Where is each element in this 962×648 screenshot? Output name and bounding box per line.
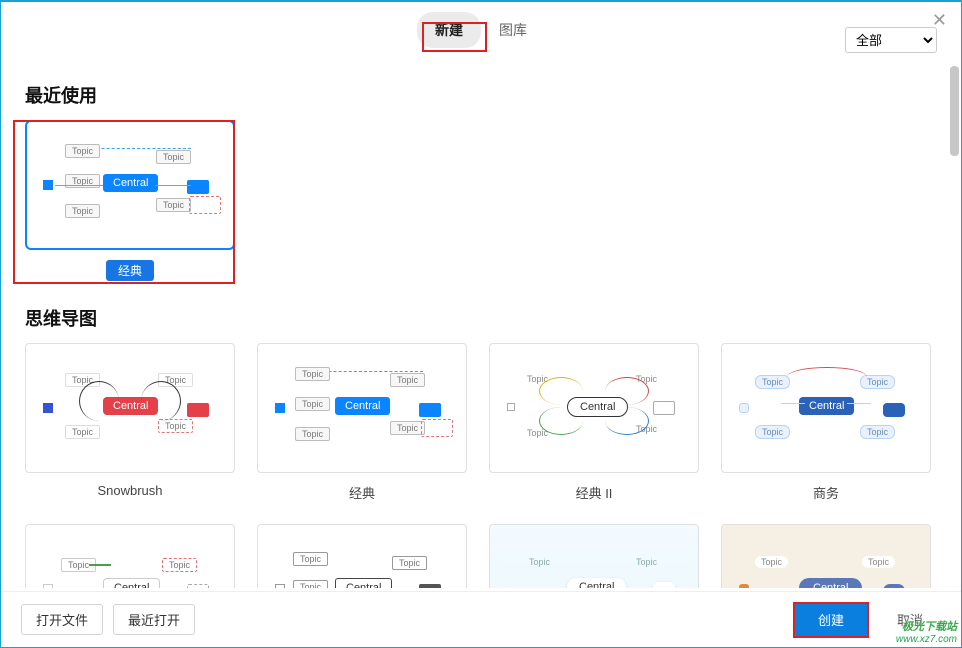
thumb-topic: Topic	[392, 556, 427, 570]
thumb-topic: Topic	[295, 427, 330, 441]
tabs: 新建 图库	[417, 12, 545, 48]
thumb-central: Central	[335, 578, 392, 588]
thumb-topic: Topic	[755, 375, 790, 389]
template-label: 商务	[721, 483, 931, 502]
thumb-topic: Topic	[860, 425, 895, 439]
thumb-topic: Topic	[162, 558, 197, 572]
thumb-topic: Topic	[755, 556, 788, 568]
thumb-topic: Topic	[65, 204, 100, 218]
thumb-topic: Topic	[156, 198, 191, 212]
thumb-topic: Topic	[293, 580, 328, 588]
thumb-central: Central	[799, 578, 862, 588]
tab-new[interactable]: 新建	[417, 12, 481, 48]
thumb-topic: Topic	[755, 425, 790, 439]
thumb-topic: Topic	[156, 150, 191, 164]
thumb-topic: Topic	[295, 397, 330, 411]
template-card-7[interactable]: Topic Topic Topic Topic Central	[489, 524, 699, 588]
thumb-topic: Topic	[158, 419, 193, 433]
footer: 打开文件 最近打开 创建 取消	[1, 591, 961, 647]
thumb-topic: Topic	[390, 421, 425, 435]
section-title-mindmap: 思维导图	[25, 305, 937, 331]
template-card-6[interactable]: Topic Topic Topic Topic Topic Central	[257, 524, 467, 588]
recent-card-wrap: Topic Topic Topic Topic Topic Central 经典	[25, 120, 235, 281]
thumb-topic: Topic	[65, 144, 100, 158]
recent-open-button[interactable]: 最近打开	[113, 604, 195, 635]
template-card-5[interactable]: Topic Topic Topic Topic Central	[25, 524, 235, 588]
template-label: 经典	[257, 483, 467, 502]
mindmap-grid: Topic Topic Topic Topic Central Snowbrus…	[25, 343, 937, 588]
thumb-central: Central	[567, 578, 626, 588]
thumb-central: Central	[335, 397, 390, 415]
template-card-8[interactable]: Topic Topic Topic Topic Central	[721, 524, 931, 588]
recent-card-classic[interactable]: Topic Topic Topic Topic Topic Central	[25, 120, 235, 250]
thumb-central: Central	[103, 578, 160, 588]
template-card-business[interactable]: Topic Topic Topic Topic Central	[721, 343, 931, 473]
thumb-topic: Topic	[293, 552, 328, 566]
thumb-topic: Topic	[65, 425, 100, 439]
thumb-topic: Topic	[630, 556, 663, 568]
thumb-topic: Topic	[862, 556, 895, 568]
section-title-recent: 最近使用	[25, 82, 937, 108]
scrollbar-thumb[interactable]	[950, 66, 959, 156]
thumb-classic: Topic Topic Topic Topic Topic Central	[35, 130, 225, 240]
thumb-topic: Topic	[523, 556, 556, 568]
template-card-classic2[interactable]: Topic Topic Topic Topic Central	[489, 343, 699, 473]
template-card-snowbrush[interactable]: Topic Topic Topic Topic Central	[25, 343, 235, 473]
template-label: Snowbrush	[25, 483, 235, 498]
open-file-button[interactable]: 打开文件	[21, 604, 103, 635]
create-button[interactable]: 创建	[793, 603, 869, 636]
topbar: 新建 图库 ✕ 全部	[1, 2, 961, 58]
thumb-topic: Topic	[390, 373, 425, 387]
template-label: 经典 II	[489, 483, 699, 502]
thumb-central: Central	[799, 397, 854, 415]
thumb-topic: Topic	[295, 367, 330, 381]
tab-gallery[interactable]: 图库	[481, 12, 545, 48]
recent-grid: Topic Topic Topic Topic Topic Central 经典	[25, 120, 937, 281]
thumb-central: Central	[103, 174, 158, 192]
content-scroll[interactable]: 最近使用 Topic Topic Topic Topic Topic Centr…	[1, 58, 961, 588]
template-card-classic[interactable]: Topic Topic Topic Topic Topic Central	[257, 343, 467, 473]
recent-card-label: 经典	[106, 260, 154, 281]
cancel-button[interactable]: 取消	[879, 604, 941, 635]
category-select[interactable]: 全部	[845, 27, 937, 53]
